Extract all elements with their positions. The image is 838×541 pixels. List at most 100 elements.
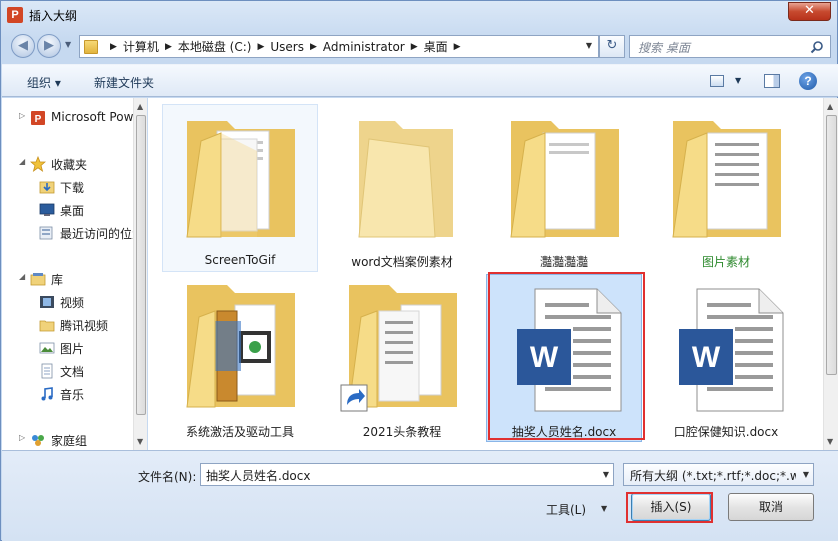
insert-highlight-box <box>626 492 713 523</box>
insert-outline-dialog: P 插入大纲 ✕ ◀ ▶ ▼ ▶ 计算机 ▶ 本地磁盘 (C:) ▶ Users… <box>0 0 838 541</box>
svg-text:W: W <box>692 341 721 374</box>
file-item-system-activation-tools[interactable]: 系统激活及驱动工具 <box>162 274 318 442</box>
scroll-down-icon[interactable]: ▼ <box>827 437 833 446</box>
sidebar-item-music[interactable]: 音乐 <box>2 384 133 404</box>
breadcrumb-computer[interactable]: 计算机 <box>123 38 159 55</box>
sidebar-item-label: 最近访问的位置 <box>60 227 133 241</box>
scroll-down-icon[interactable]: ▼ <box>137 437 143 446</box>
folder-with-documents-icon <box>186 121 295 238</box>
filename-input[interactable]: 抽奖人员姓名.docx ▼ <box>200 463 614 486</box>
content-scrollbar[interactable]: ▲ ▼ <box>823 98 838 450</box>
file-item-folder-3[interactable]: 灩灩灩灩 <box>486 104 642 272</box>
filename-dropdown-icon[interactable]: ▼ <box>603 470 609 479</box>
recent-places-icon <box>39 226 53 240</box>
chevron-right-icon[interactable]: ▶ <box>165 42 172 52</box>
back-arrow-icon: ◀ <box>18 38 28 53</box>
forward-arrow-icon: ▶ <box>44 38 54 53</box>
desktop-icon <box>39 203 55 216</box>
sidebar-item-documents[interactable]: 文档 <box>2 361 133 381</box>
sidebar-item-label: 收藏夹 <box>51 158 88 172</box>
powerpoint-icon: P <box>31 111 45 125</box>
chevron-right-icon[interactable]: ▶ <box>257 42 264 52</box>
address-bar[interactable]: ▶ 计算机 ▶ 本地磁盘 (C:) ▶ Users ▶ Administrato… <box>79 35 599 58</box>
sidebar-item-libraries[interactable]: ◢ 库 <box>2 269 133 289</box>
file-item-screentogif[interactable]: ScreenToGif <box>162 104 318 272</box>
sidebar-item-label: 桌面 <box>60 204 85 218</box>
scroll-up-icon[interactable]: ▲ <box>827 102 833 111</box>
sidebar-item-homegroup[interactable]: ▷ 家庭组 <box>2 430 133 450</box>
sidebar-item-label: 库 <box>51 273 64 287</box>
filename-label: 文件名(N): <box>138 470 197 484</box>
breadcrumb-local-disk[interactable]: 本地磁盘 (C:) <box>178 38 252 55</box>
new-folder-button[interactable]: 新建文件夹 <box>94 74 154 91</box>
sidebar-item-label: 家庭组 <box>51 434 88 448</box>
sidebar-item-recent-places[interactable]: 最近访问的位置 <box>2 223 133 243</box>
file-name: 口腔保健知识.docx <box>673 425 779 439</box>
recent-pages-dropdown[interactable]: ▼ <box>65 40 71 49</box>
file-name: word文档案例素材 <box>351 255 453 269</box>
chevron-right-icon[interactable]: ▶ <box>110 42 117 52</box>
sidebar-item-pictures[interactable]: 图片 <box>2 338 133 358</box>
tools-dropdown-icon[interactable]: ▼ <box>601 504 607 513</box>
command-toolbar: 组织 ▾ 新建文件夹 ▼ ? <box>2 64 838 97</box>
collapse-arrow-icon[interactable]: ◢ <box>19 272 25 281</box>
selection-highlight-box <box>488 272 645 440</box>
window-title: 插入大纲 <box>29 9 78 23</box>
music-library-icon <box>41 387 53 401</box>
file-name: 图片素材 <box>701 255 750 269</box>
folder-with-documents-icon <box>672 121 781 238</box>
folder-location-icon <box>84 39 98 54</box>
file-item-2021-toutiao-tutorial[interactable]: 2021头条教程 <box>324 274 480 442</box>
sidebar-item-tencent-video[interactable]: 腾讯视频 <box>2 315 133 335</box>
view-dropdown-icon[interactable]: ▼ <box>735 76 741 85</box>
close-button[interactable]: ✕ <box>788 2 831 21</box>
folder-shortcut-icon <box>340 285 457 412</box>
folder-with-app-icon <box>186 285 295 408</box>
chevron-right-icon[interactable]: ▶ <box>310 42 317 52</box>
pictures-library-icon <box>39 342 55 354</box>
file-item-word-case-materials[interactable]: word文档案例素材 <box>324 104 480 272</box>
sidebar-item-label: 视频 <box>60 296 85 310</box>
sidebar-item-label: 图片 <box>60 342 85 356</box>
title-bar[interactable]: P 插入大纲 ✕ <box>1 1 837 29</box>
sidebar-scroll-thumb[interactable] <box>136 115 146 415</box>
word-document-icon: W <box>679 288 784 412</box>
sidebar-item-powerpoint[interactable]: ▷ P Microsoft PowerPoint <box>2 108 133 128</box>
content-scroll-thumb[interactable] <box>826 115 837 375</box>
chevron-right-icon[interactable]: ▶ <box>411 42 418 52</box>
sidebar-scrollbar[interactable]: ▲ ▼ <box>133 98 147 450</box>
folder-with-documents-icon <box>510 121 619 238</box>
organize-button[interactable]: 组织 ▾ <box>27 74 61 91</box>
file-item-picture-materials[interactable]: 图片素材 <box>648 104 804 272</box>
breadcrumb-users[interactable]: Users <box>270 40 304 54</box>
file-list-view: ScreenToGif word文档案例素材 灩灩灩灩 图片素材 系统激活及驱动… <box>148 98 823 450</box>
chevron-right-icon[interactable]: ▶ <box>454 42 461 52</box>
expand-arrow-icon[interactable]: ▷ <box>19 111 25 120</box>
scroll-up-icon[interactable]: ▲ <box>137 102 143 111</box>
file-type-dropdown-icon[interactable]: ▼ <box>803 470 809 479</box>
sidebar-item-label: 下载 <box>60 181 85 195</box>
cancel-button[interactable]: 取消 <box>728 493 814 521</box>
breadcrumb-administrator[interactable]: Administrator <box>323 40 405 54</box>
collapse-arrow-icon[interactable]: ◢ <box>19 157 25 166</box>
file-item-oral-health-docx[interactable]: W 口腔保健知识.docx <box>648 274 804 442</box>
search-placeholder: 搜索 桌面 <box>638 41 690 55</box>
help-icon[interactable]: ? <box>799 72 817 90</box>
tools-button[interactable]: 工具(L) <box>546 501 586 518</box>
search-input[interactable]: 搜索 桌面 <box>629 35 831 58</box>
sidebar-item-downloads[interactable]: 下载 <box>2 177 133 197</box>
file-type-value: 所有大纲 (*.txt;*.rtf;*.doc;*.wpd <box>630 469 796 483</box>
refresh-button[interactable]: ↻ <box>599 35 625 58</box>
sidebar-item-desktop[interactable]: 桌面 <box>2 200 133 220</box>
forward-button[interactable]: ▶ <box>37 34 61 58</box>
address-dropdown-icon[interactable]: ▼ <box>586 41 592 50</box>
sidebar-item-videos[interactable]: 视频 <box>2 292 133 312</box>
back-button[interactable]: ◀ <box>11 34 35 58</box>
change-view-icon[interactable] <box>710 75 724 87</box>
sidebar-item-favorites[interactable]: ◢ 收藏夹 <box>2 154 133 174</box>
navigation-pane: ▷ P Microsoft PowerPoint ◢ 收藏夹 下载 桌面 最近访… <box>2 98 133 450</box>
breadcrumb-desktop[interactable]: 桌面 <box>424 38 448 55</box>
preview-pane-icon[interactable] <box>764 74 780 88</box>
expand-arrow-icon[interactable]: ▷ <box>19 433 25 442</box>
file-type-select[interactable]: 所有大纲 (*.txt;*.rtf;*.doc;*.wpd ▼ <box>623 463 814 486</box>
